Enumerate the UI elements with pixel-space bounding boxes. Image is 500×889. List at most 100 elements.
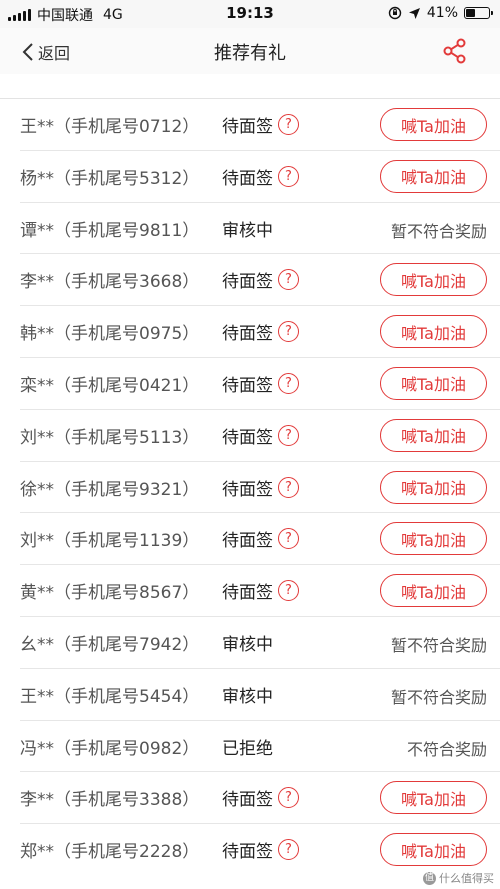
reward-note: 不符合奖励 <box>406 739 487 759</box>
referral-name: 刘**（手机尾号5113） <box>20 427 200 448</box>
referral-name: 冯**（手机尾号0982） <box>20 738 200 759</box>
application-status: 待面签? <box>222 785 299 810</box>
application-status: 待面签? <box>222 475 299 500</box>
list-item: 李**（手机尾号3388） 待面签? 喊Ta加油 <box>20 772 500 825</box>
status-label: 审核中 <box>222 220 273 241</box>
referral-name: 栾**（手机尾号0421） <box>20 375 200 396</box>
application-status: 待面签? <box>222 578 299 603</box>
status-label: 审核中 <box>222 686 273 707</box>
status-label: 待面签 <box>222 583 273 604</box>
application-status: 已拒绝 <box>222 734 273 759</box>
status-label: 待面签 <box>222 272 273 293</box>
help-icon[interactable]: ? <box>278 321 299 343</box>
battery-percent: 41% <box>426 5 458 21</box>
list-item: 冯**（手机尾号0982） 已拒绝 不符合奖励 <box>20 721 500 773</box>
status-right: 41% <box>388 5 493 21</box>
status-label: 待面签 <box>222 117 273 137</box>
list-item: 黄**（手机尾号8567） 待面签? 喊Ta加油 <box>20 565 500 617</box>
help-icon[interactable]: ? <box>278 476 299 498</box>
watermark-text: 什么值得买 <box>439 872 494 885</box>
referral-name: 黄**（手机尾号8567） <box>20 583 200 604</box>
referral-name: 王**（手机尾号5454） <box>20 686 200 707</box>
page-title: 推荐有礼 <box>214 43 286 64</box>
cheer-button[interactable]: 喊Ta加油 <box>380 781 487 815</box>
reward-note: 暂不符合奖励 <box>390 635 487 655</box>
cheer-button[interactable]: 喊Ta加油 <box>380 108 487 141</box>
status-label: 待面签 <box>222 427 273 448</box>
cheer-button[interactable]: 喊Ta加油 <box>380 470 487 504</box>
cheer-button[interactable]: 喊Ta加油 <box>380 522 487 556</box>
list-item: 韩**（手机尾号0975） 待面签? 喊Ta加油 <box>20 306 500 358</box>
help-icon[interactable]: ? <box>278 528 299 550</box>
watermark-logo: 值 <box>423 871 436 885</box>
list-item: 刘**（手机尾号5113） 待面签? 喊Ta加油 <box>20 410 500 462</box>
cheer-button[interactable]: 喊Ta加油 <box>380 366 487 400</box>
referral-name: 杨**（手机尾号5312） <box>20 168 200 189</box>
list-item: 刘**（手机尾号1139） 待面签? 喊Ta加油 <box>20 513 500 566</box>
cheer-button[interactable]: 喊Ta加油 <box>380 833 487 867</box>
application-status: 待面签? <box>222 423 299 448</box>
status-label: 审核中 <box>222 634 273 655</box>
referral-name: 郑**（手机尾号2228） <box>20 842 200 863</box>
cheer-button[interactable]: 喊Ta加油 <box>380 315 487 349</box>
referral-name: 徐**（手机尾号9321） <box>20 479 200 500</box>
application-status: 待面签? <box>222 526 299 551</box>
help-icon[interactable]: ? <box>278 269 299 291</box>
help-icon[interactable]: ? <box>278 114 299 135</box>
cheer-button[interactable]: 喊Ta加油 <box>380 574 487 608</box>
share-icon[interactable] <box>442 38 468 64</box>
application-status: 待面签? <box>222 319 299 344</box>
status-label: 待面签 <box>222 324 273 345</box>
watermark: 值 什么值得买 <box>423 870 494 886</box>
help-icon[interactable]: ? <box>278 839 299 861</box>
referral-name: 李**（手机尾号3668） <box>20 272 200 293</box>
list-item: 王**（手机尾号5454） 审核中 暂不符合奖励 <box>20 669 500 721</box>
help-icon[interactable]: ? <box>278 372 299 394</box>
cheer-button[interactable]: 喊Ta加油 <box>380 159 487 193</box>
referral-list: 王**（手机尾号0712） 待面签? 喊Ta加油 杨**（手机尾号5312） 待面签? 喊… <box>0 99 500 876</box>
list-item: 杨**（手机尾号5312） 待面签? 喊Ta加油 <box>20 151 500 203</box>
application-status: 审核中 <box>222 630 273 655</box>
nav-bar: 返回 推荐有礼 <box>0 28 500 74</box>
list-item: 徐**（手机尾号9321） 待面签? 喊Ta加油 <box>20 462 500 514</box>
status-label: 待面签 <box>222 842 273 863</box>
reward-note: 暂不符合奖励 <box>390 687 487 707</box>
application-status: 审核中 <box>222 216 273 241</box>
help-icon[interactable]: ? <box>278 787 299 809</box>
application-status: 审核中 <box>222 682 273 707</box>
application-status: 待面签? <box>222 164 299 189</box>
application-status: 待面签? <box>222 837 299 862</box>
reward-note: 暂不符合奖励 <box>390 221 487 241</box>
status-label: 待面签 <box>222 531 273 552</box>
status-label: 待面签 <box>222 168 273 189</box>
referral-name: 谭**（手机尾号9811） <box>20 220 200 241</box>
list-item: 李**（手机尾号3668） 待面签? 喊Ta加油 <box>20 254 500 307</box>
location-icon <box>408 7 420 19</box>
application-status: 待面签? <box>222 371 299 396</box>
battery-fill <box>466 9 476 17</box>
referral-name: 王**（手机尾号0712） <box>20 117 200 137</box>
status-bar: 中国联通 4G 19:13 41% <box>0 0 500 28</box>
referral-name: 刘**（手机尾号1139） <box>20 531 200 552</box>
application-status: 待面签? <box>222 267 299 292</box>
list-item: 郑**（手机尾号2228） 待面签? 喊Ta加油 <box>20 824 500 876</box>
cheer-button[interactable]: 喊Ta加油 <box>380 418 487 452</box>
referral-name: 韩**（手机尾号0975） <box>20 324 200 345</box>
status-label: 待面签 <box>222 790 273 811</box>
referral-name: 幺**（手机尾号7942） <box>20 634 200 655</box>
status-label: 待面签 <box>222 479 273 500</box>
battery-icon <box>464 7 493 19</box>
list-item: 栾**（手机尾号0421） 待面签? 喊Ta加油 <box>20 358 500 410</box>
status-label: 已拒绝 <box>222 738 273 759</box>
application-status: 待面签? <box>222 112 299 137</box>
help-icon[interactable]: ? <box>278 165 299 187</box>
cheer-button[interactable]: 喊Ta加油 <box>380 263 487 297</box>
status-label: 待面签 <box>222 375 273 396</box>
referral-name: 李**（手机尾号3388） <box>20 790 200 811</box>
orientation-lock-icon <box>388 6 402 20</box>
list-item: 王**（手机尾号0712） 待面签? 喊Ta加油 <box>20 99 500 151</box>
list-item: 幺**（手机尾号7942） 审核中 暂不符合奖励 <box>20 617 500 669</box>
help-icon[interactable]: ? <box>278 424 299 446</box>
help-icon[interactable]: ? <box>278 580 299 602</box>
list-item: 谭**（手机尾号9811） 审核中 暂不符合奖励 <box>20 203 500 255</box>
